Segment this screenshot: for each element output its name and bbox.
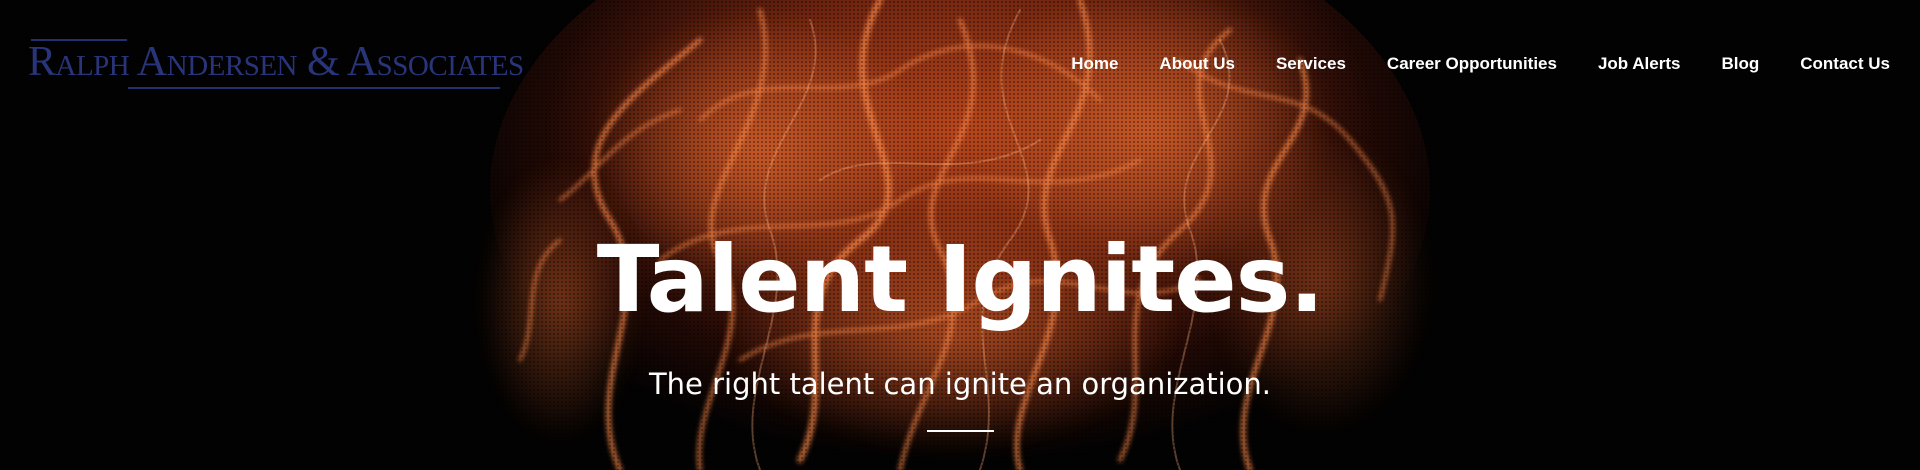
nav-item-blog[interactable]: Blog xyxy=(1680,52,1759,76)
nav-item-about-us[interactable]: About Us xyxy=(1118,52,1235,76)
nav-item-contact-us[interactable]: Contact Us xyxy=(1759,52,1890,76)
hero-headline: Talent Ignites. xyxy=(596,226,1325,333)
hero-subheadline: The right talent can ignite an organizat… xyxy=(648,367,1272,401)
hero-section: Ralph Andersen & Associates Home About U… xyxy=(0,0,1920,470)
main-navigation: Home About Us Services Career Opportunit… xyxy=(1030,52,1890,76)
hero-divider xyxy=(927,430,994,432)
nav-item-home[interactable]: Home xyxy=(1030,52,1118,76)
nav-item-career-opportunities[interactable]: Career Opportunities xyxy=(1346,52,1557,76)
brand-logo[interactable]: Ralph Andersen & Associates xyxy=(28,36,524,92)
logo-rule-bottom xyxy=(128,87,500,89)
nav-item-services[interactable]: Services xyxy=(1235,52,1346,76)
nav-item-job-alerts[interactable]: Job Alerts xyxy=(1557,52,1681,76)
logo-text: Ralph Andersen & Associates xyxy=(28,39,524,85)
